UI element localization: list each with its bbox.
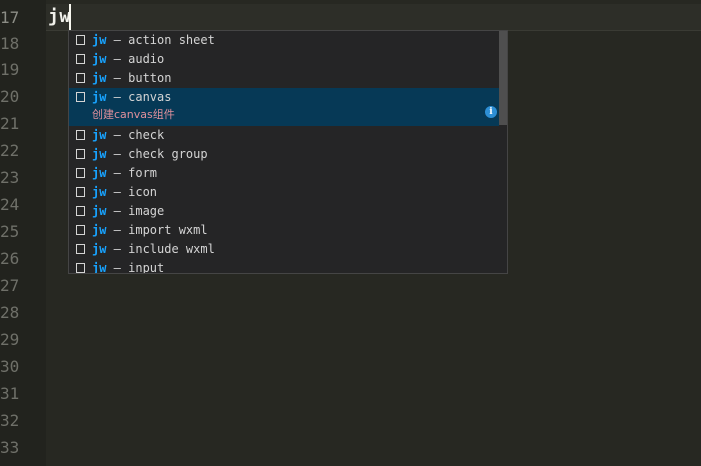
suggestion-item[interactable]: jw – input <box>69 259 499 274</box>
suggestion-match: jw <box>92 242 107 256</box>
line-number: 26 <box>0 249 20 268</box>
suggestion-match: jw <box>92 128 107 142</box>
suggestion-detail: 创建canvas组件 <box>92 108 175 121</box>
suggestion-label: – action sheet <box>106 33 215 47</box>
suggestion-item[interactable]: jw – icon <box>69 183 499 202</box>
suggestion-item[interactable]: jw – import wxml <box>69 221 499 240</box>
suggestion-match: jw <box>92 71 107 85</box>
snippet-icon <box>76 225 85 235</box>
snippet-icon <box>76 206 85 216</box>
snippet-icon <box>76 168 85 178</box>
line-number: 23 <box>0 168 20 187</box>
suggestion-match: jw <box>92 166 107 180</box>
line-number: 19 <box>0 60 20 79</box>
suggestion-item[interactable]: jw – form <box>69 164 499 183</box>
suggestion-label: – audio <box>106 52 165 66</box>
suggestion-label: – import wxml <box>106 223 208 237</box>
snippet-icon <box>76 35 85 45</box>
line-number: 18 <box>0 34 20 53</box>
suggestion-widget[interactable]: jw – action sheet jw – audio jw – button… <box>68 30 508 274</box>
snippet-icon <box>76 187 85 197</box>
suggestion-match: jw <box>92 147 107 161</box>
suggestion-item[interactable]: jw – button <box>69 69 499 88</box>
line-number: 25 <box>0 222 20 241</box>
line-number: 33 <box>0 438 20 457</box>
current-line-highlight[interactable] <box>46 4 701 31</box>
line-number: 28 <box>0 303 20 322</box>
snippet-icon <box>76 149 85 159</box>
suggestion-match: jw <box>92 185 107 199</box>
snippet-icon <box>76 130 85 140</box>
suggestion-match: jw <box>92 33 107 47</box>
suggestion-label: – button <box>106 71 172 85</box>
line-number: 32 <box>0 411 20 430</box>
suggestion-item[interactable]: jw – include wxml <box>69 240 499 259</box>
suggestion-label: – image <box>106 204 165 218</box>
line-number: 29 <box>0 330 20 349</box>
suggestion-item[interactable]: jw – action sheet <box>69 31 499 50</box>
suggestion-label: – icon <box>106 185 158 199</box>
suggestion-label: – input <box>106 261 165 274</box>
line-number: 24 <box>0 195 20 214</box>
suggestion-item[interactable]: jw – audio <box>69 50 499 69</box>
suggestion-item-selected[interactable]: jw – canvas 创建canvas组件 i <box>69 88 499 126</box>
suggestion-scrollbar[interactable] <box>499 31 507 125</box>
suggestion-item[interactable]: jw – check group <box>69 145 499 164</box>
suggestion-label: – form <box>106 166 158 180</box>
text-cursor <box>69 4 71 30</box>
line-number-gutter: 17 18 19 20 21 22 23 24 25 26 27 28 29 3… <box>0 0 46 466</box>
suggestion-match: jw <box>92 52 107 66</box>
snippet-icon <box>76 54 85 64</box>
line-number: 30 <box>0 357 20 376</box>
line-number: 21 <box>0 114 20 133</box>
snippet-icon <box>76 73 85 83</box>
suggestion-label: – canvas <box>106 90 172 104</box>
suggestion-match: jw <box>92 261 107 274</box>
suggestion-label: – check <box>106 128 165 142</box>
suggestion-match: jw <box>92 223 107 237</box>
suggestion-label: – check group <box>106 147 208 161</box>
snippet-icon <box>76 92 85 102</box>
suggestion-label: – include wxml <box>106 242 215 256</box>
line-number: 17 <box>0 8 20 27</box>
snippet-icon <box>76 263 85 273</box>
line-number: 27 <box>0 276 20 295</box>
suggestion-item[interactable]: jw – image <box>69 202 499 221</box>
suggestion-item[interactable]: jw – check <box>69 126 499 145</box>
line-number: 31 <box>0 384 20 403</box>
typed-text[interactable]: jw <box>48 5 71 29</box>
suggestion-match: jw <box>92 204 107 218</box>
suggestion-match: jw <box>92 90 107 104</box>
info-icon[interactable]: i <box>485 106 497 118</box>
line-number: 20 <box>0 87 20 106</box>
line-number: 22 <box>0 141 20 160</box>
snippet-icon <box>76 244 85 254</box>
